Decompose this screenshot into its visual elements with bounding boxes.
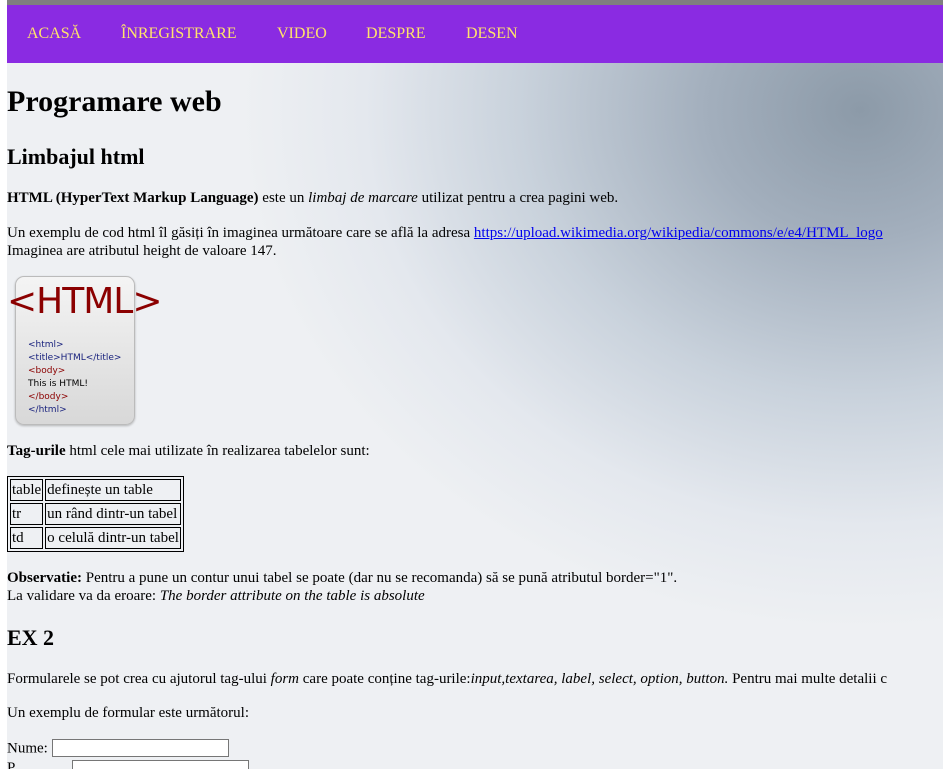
example-form: Nume: P bbox=[7, 739, 249, 769]
table-cell-tag: td bbox=[10, 527, 44, 549]
markup-term: limbaj de marcare bbox=[308, 190, 418, 206]
main-navbar: ACASĂ ÎNREGISTRARE VIDEO DESPRE DESEN bbox=[7, 5, 943, 63]
nume-input[interactable] bbox=[51, 739, 229, 757]
text: este un bbox=[258, 190, 309, 206]
paragraph-tags-intro: Tag-urile html cele mai utilizate în rea… bbox=[7, 443, 370, 460]
second-input[interactable] bbox=[72, 759, 249, 769]
paragraph-forms: Formularele se pot crea cu ajutorul tag-… bbox=[7, 671, 887, 688]
text: Pentru a pune un contur unui tabel se po… bbox=[81, 570, 678, 586]
paragraph-html-definition: HTML (HyperText Markup Language) este un… bbox=[7, 190, 618, 207]
table-cell-desc: definește un table bbox=[45, 479, 181, 501]
paragraph-image-source: Un exemplu de cod html îl găsiți în imag… bbox=[7, 224, 883, 260]
tags-term: Tag-urile bbox=[7, 443, 66, 459]
paragraph-observation: Observatie: Pentru a pune un contur unui… bbox=[7, 569, 677, 605]
page-left-margin bbox=[0, 0, 7, 769]
table-row: table definește un table bbox=[10, 479, 181, 501]
table-cell-desc: un rând dintr-un tabel bbox=[45, 503, 181, 525]
text: La validare va da eroare: bbox=[7, 588, 160, 604]
table-row: td o celulă dintr-un tabel bbox=[10, 527, 181, 549]
html-logo-code: <html> <title>HTML</title> <body> This i… bbox=[28, 340, 122, 415]
text: utilizat pentru a crea pagini web. bbox=[417, 190, 619, 206]
text: care poate conține tag-urile: bbox=[299, 671, 471, 687]
nav-item-despre[interactable]: DESPRE bbox=[366, 25, 426, 43]
nav-item-acasa[interactable]: ACASĂ bbox=[27, 25, 81, 43]
text: Pentru mai multe detalii c bbox=[728, 671, 888, 687]
observation-label: Observatie: bbox=[7, 570, 82, 586]
section-heading-ex2: EX 2 bbox=[7, 625, 55, 650]
form-term: form bbox=[270, 671, 300, 687]
nume-label: Nume: bbox=[7, 740, 48, 757]
page-title: Programare web bbox=[7, 85, 222, 118]
html-logo-image: <HTML> <html> <title>HTML</title> <body>… bbox=[7, 276, 163, 425]
table-cell-tag: tr bbox=[10, 503, 44, 525]
html-term: HTML (HyperText Markup Language) bbox=[7, 190, 259, 206]
text: Imaginea are atributul height de valoare… bbox=[7, 243, 277, 259]
text: Formularele se pot crea cu ajutorul tag-… bbox=[7, 671, 271, 687]
validation-error-text: The border attribute on the table is abs… bbox=[159, 588, 425, 604]
tags-table: table definește un table tr un rând dintr-… bbox=[7, 476, 184, 552]
second-field-label: P bbox=[7, 759, 16, 769]
tags-list: input,textarea, label, select, option, b… bbox=[470, 671, 729, 687]
page-content: Programare web Limbajul html HTML (Hyper… bbox=[7, 63, 943, 769]
text: Un exemplu de cod html îl găsiți în imag… bbox=[7, 225, 474, 241]
table-cell-desc: o celulă dintr-un tabel bbox=[45, 527, 181, 549]
nav-item-desen[interactable]: DESEN bbox=[466, 25, 518, 43]
table-cell-tag: table bbox=[10, 479, 44, 501]
html-logo-title: <HTML> bbox=[7, 281, 163, 322]
table-row: tr un rând dintr-un tabel bbox=[10, 503, 181, 525]
paragraph-form-example: Un exemplu de formular este următorul: bbox=[7, 705, 250, 721]
image-url-link[interactable]: https://upload.wikimedia.org/wikipedia/c… bbox=[474, 225, 883, 241]
section-heading-html: Limbajul html bbox=[7, 144, 145, 169]
nav-item-inregistrare[interactable]: ÎNREGISTRARE bbox=[121, 25, 237, 43]
nav-item-video[interactable]: VIDEO bbox=[277, 25, 327, 43]
text: html cele mai utilizate în realizarea ta… bbox=[65, 443, 370, 459]
